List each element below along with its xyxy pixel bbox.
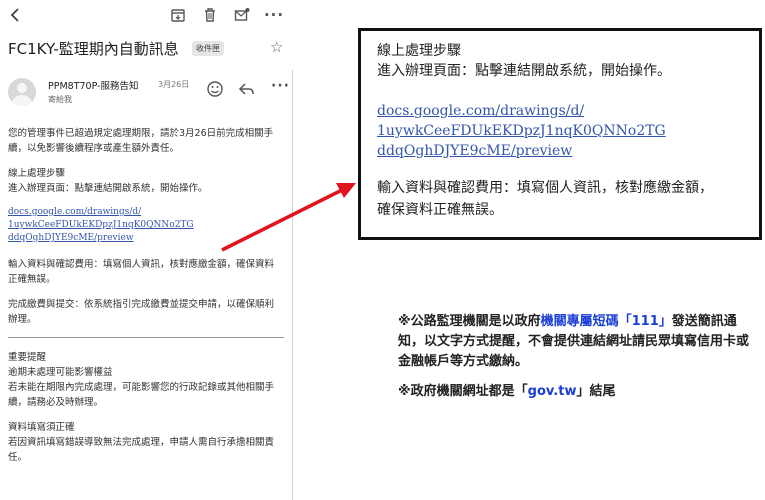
trash-icon[interactable] xyxy=(198,3,222,27)
zoom-link-line-3[interactable]: ddqOghDJYE9cME/preview xyxy=(377,143,572,159)
email-subject: FC1KY-監理期內自動訊息 xyxy=(8,40,179,58)
zoom-link-line-2[interactable]: 1uywkCeeFDUkEKDpzJ1nqK0QNNo2TG xyxy=(377,123,666,139)
zoom-step-2-line-1: 輸入資料與確認費用：填寫個人資訊，核對應繳金額， xyxy=(377,180,713,196)
link-line-2[interactable]: 1uywkCeeFDUkEKDpzJ1nqK0QNNo2TG xyxy=(8,220,194,230)
note-sms-code: ※公路監理機關是以政府機關專屬短碼「111」發送簡訊通知，以文字方式提醒，不會提… xyxy=(398,312,760,372)
intro-paragraph: 您的管理事件已超過規定處理期限，請於3月26日前完成相關手續，以免影響後續程序或… xyxy=(8,128,274,154)
reply-icon[interactable] xyxy=(238,80,256,98)
note-1-text-a: ※公路監理機關是以政府 xyxy=(398,314,541,329)
back-arrow-icon[interactable] xyxy=(4,3,28,27)
note-1-highlight: 機關專屬短碼「111」 xyxy=(540,314,672,329)
step-3: 完成繳費與提交：依系統指引完成繳費並提交申請，以確保順利辦理。 xyxy=(8,299,275,325)
mark-unread-icon[interactable] xyxy=(230,3,254,27)
emoji-reaction-icon[interactable] xyxy=(206,80,224,98)
data-title: 資料填寫須正確 xyxy=(8,422,75,433)
note-2-text-a: ※政府機關網址都是「 xyxy=(398,384,528,399)
note-gov-domain: ※政府機關網址都是「gov.tw」結尾 xyxy=(398,382,760,402)
data-text: 若因資訊填寫錯誤導致無法完成處理，申請人需自行承擔相關責任。 xyxy=(8,437,275,463)
divider xyxy=(8,337,284,338)
email-subject-row: FC1KY-監理期內自動訊息 收件匣 ☆ xyxy=(8,38,290,60)
recipient-label[interactable]: 寄給我 xyxy=(48,94,72,105)
zoom-link[interactable]: docs.google.com/drawings/d/ 1uywkCeeFDUk… xyxy=(377,101,743,161)
data-block: 資料填寫須正確 若因資訊填寫錯誤導致無法完成處理，申請人需自行承擔相關責任。 xyxy=(8,420,278,465)
folder-badge[interactable]: 收件匣 xyxy=(192,41,224,56)
notice-title: 重要提醒 xyxy=(8,352,47,363)
email-date: 3月26日 xyxy=(158,80,190,89)
email-screenshot: ··· FC1KY-監理期內自動訊息 收件匣 ☆ PPM8T70P-服務告知 3… xyxy=(0,0,293,500)
zoom-step-2-line-2: 確保資料正確無誤。 xyxy=(377,202,503,218)
archive-icon[interactable] xyxy=(166,3,190,27)
zoom-callout: 線上處理步驟 進入辦理頁面：點擊連結開啟系統，開始操作。 docs.google… xyxy=(358,28,762,240)
zoom-link-line-1[interactable]: docs.google.com/drawings/d/ xyxy=(377,103,584,119)
link-line-1[interactable]: docs.google.com/drawings/d/ xyxy=(8,207,141,217)
avatar[interactable] xyxy=(8,78,36,106)
zoom-step-1: 進入辦理頁面：點擊連結開啟系統，開始操作。 xyxy=(377,63,671,79)
notice-block: 重要提醒 逾期未處理可能影響權益 若未能在期限內完成處理，可能影響您的行政記錄或… xyxy=(8,350,278,410)
link-line-3[interactable]: ddqOghDJYE9cME/preview xyxy=(8,233,134,243)
email-body: 您的管理事件已超過規定處理期限，請於3月26日前完成相關手續，以免影響後續程序或… xyxy=(8,126,284,475)
steps-title: 線上處理步驟 xyxy=(8,168,66,179)
zoom-step-2: 輸入資料與確認費用：填寫個人資訊，核對應繳金額， 確保資料正確無誤。 xyxy=(377,177,743,221)
scrollbar-track[interactable] xyxy=(292,70,293,500)
sender-row: PPM8T70P-服務告知 3月26日 寄給我 ··· xyxy=(8,76,290,110)
warning-notes: ※公路監理機關是以政府機關專屬短碼「111」發送簡訊通知，以文字方式提醒，不會提… xyxy=(398,312,760,402)
notice-subtitle: 逾期未處理可能影響權益 xyxy=(8,367,113,378)
step-1: 進入辦理頁面：點擊連結開啟系統，開始操作。 xyxy=(8,183,208,194)
sender-more-icon[interactable]: ··· xyxy=(271,78,290,94)
sender-name[interactable]: PPM8T70P-服務告知 xyxy=(48,78,139,92)
email-toolbar: ··· xyxy=(0,0,292,30)
phishing-link[interactable]: docs.google.com/drawings/d/ 1uywkCeeFDUk… xyxy=(8,206,278,245)
steps-block: 線上處理步驟 進入辦理頁面：點擊連結開啟系統，開始操作。 xyxy=(8,166,278,196)
more-icon[interactable]: ··· xyxy=(262,3,286,27)
note-2-text-b: 」結尾 xyxy=(576,384,616,399)
zoom-title: 線上處理步驟 xyxy=(377,43,461,59)
star-icon[interactable]: ☆ xyxy=(270,38,283,56)
note-2-highlight: gov.tw xyxy=(527,384,577,399)
step-2: 輸入資料與確認費用：填寫個人資訊，核對應繳金額，確保資料正確無誤。 xyxy=(8,259,275,285)
notice-text: 若未能在期限內完成處理，可能影響您的行政記錄或其他相關手續，請務必及時辦理。 xyxy=(8,382,275,408)
